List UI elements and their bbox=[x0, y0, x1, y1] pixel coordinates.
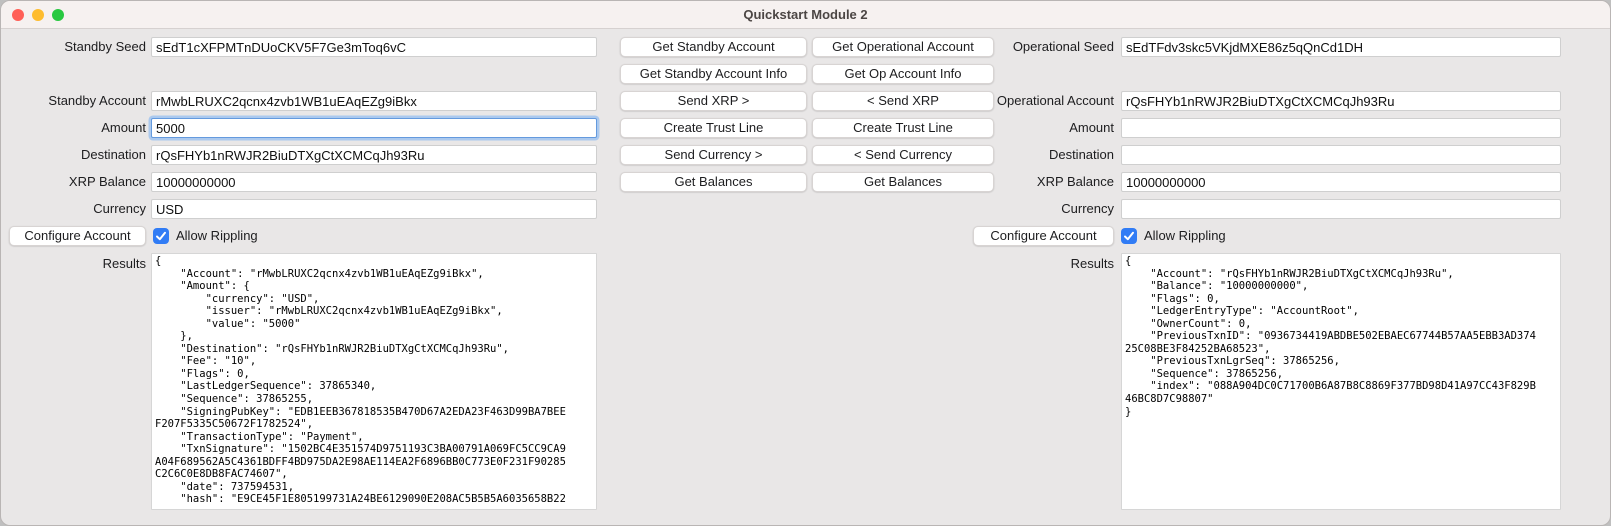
operational-configure-account-button[interactable]: Configure Account bbox=[973, 226, 1114, 246]
send-xrp-to-operational-button[interactable]: Send XRP > bbox=[620, 91, 807, 111]
operational-seed-label: Operational Seed bbox=[969, 37, 1114, 57]
operational-xrp-balance-label: XRP Balance bbox=[969, 172, 1114, 192]
app-window: Quickstart Module 2 Standby Seed Standby… bbox=[0, 0, 1611, 526]
operational-results-textarea[interactable]: { "Account": "rQsFHYb1nRWJR2BiuDTXgCtXCM… bbox=[1121, 253, 1561, 510]
operational-destination-label: Destination bbox=[969, 145, 1114, 165]
operational-amount-input[interactable] bbox=[1121, 118, 1561, 138]
standby-destination-label: Destination bbox=[9, 145, 146, 165]
standby-xrp-balance-label: XRP Balance bbox=[9, 172, 146, 192]
op-create-trust-line-button[interactable]: Create Trust Line bbox=[812, 118, 994, 138]
operational-results-label: Results bbox=[969, 254, 1114, 274]
op-get-balances-button[interactable]: Get Balances bbox=[812, 172, 994, 192]
get-operational-account-button[interactable]: Get Operational Account bbox=[812, 37, 994, 57]
operational-account-label: Operational Account bbox=[969, 91, 1114, 111]
titlebar: Quickstart Module 2 bbox=[1, 1, 1610, 29]
operational-xrp-balance-input[interactable] bbox=[1121, 172, 1561, 192]
operational-amount-label: Amount bbox=[969, 118, 1114, 138]
standby-destination-input[interactable] bbox=[151, 145, 597, 165]
operational-account-input[interactable] bbox=[1121, 91, 1561, 111]
standby-create-trust-line-button[interactable]: Create Trust Line bbox=[620, 118, 807, 138]
operational-seed-input[interactable] bbox=[1121, 37, 1561, 57]
get-standby-account-info-button[interactable]: Get Standby Account Info bbox=[620, 64, 807, 84]
check-icon bbox=[1123, 230, 1135, 242]
standby-results-textarea[interactable]: { "Account": "rMwbLRUXC2qcnx4zvb1WB1uEAq… bbox=[151, 253, 597, 510]
get-standby-account-button[interactable]: Get Standby Account bbox=[620, 37, 807, 57]
standby-currency-label: Currency bbox=[9, 199, 146, 219]
send-xrp-to-standby-button[interactable]: < Send XRP bbox=[812, 91, 994, 111]
standby-allow-rippling-label: Allow Rippling bbox=[176, 226, 258, 246]
operational-destination-input[interactable] bbox=[1121, 145, 1561, 165]
get-op-account-info-button[interactable]: Get Op Account Info bbox=[812, 64, 994, 84]
check-icon bbox=[155, 230, 167, 242]
operational-allow-rippling-label: Allow Rippling bbox=[1144, 226, 1226, 246]
standby-amount-label: Amount bbox=[9, 118, 146, 138]
send-currency-to-standby-button[interactable]: < Send Currency bbox=[812, 145, 994, 165]
standby-allow-rippling-checkbox[interactable] bbox=[153, 228, 169, 244]
send-currency-to-operational-button[interactable]: Send Currency > bbox=[620, 145, 807, 165]
standby-results-label: Results bbox=[9, 254, 146, 274]
window-title: Quickstart Module 2 bbox=[1, 1, 1610, 29]
operational-currency-label: Currency bbox=[969, 199, 1114, 219]
standby-amount-input[interactable] bbox=[151, 118, 597, 138]
standby-xrp-balance-input[interactable] bbox=[151, 172, 597, 192]
standby-currency-input[interactable] bbox=[151, 199, 597, 219]
operational-allow-rippling-checkbox[interactable] bbox=[1121, 228, 1137, 244]
standby-seed-label: Standby Seed bbox=[9, 37, 146, 57]
standby-seed-input[interactable] bbox=[151, 37, 597, 57]
operational-currency-input[interactable] bbox=[1121, 199, 1561, 219]
standby-configure-account-button[interactable]: Configure Account bbox=[9, 226, 146, 246]
standby-get-balances-button[interactable]: Get Balances bbox=[620, 172, 807, 192]
standby-account-input[interactable] bbox=[151, 91, 597, 111]
standby-account-label: Standby Account bbox=[9, 91, 146, 111]
